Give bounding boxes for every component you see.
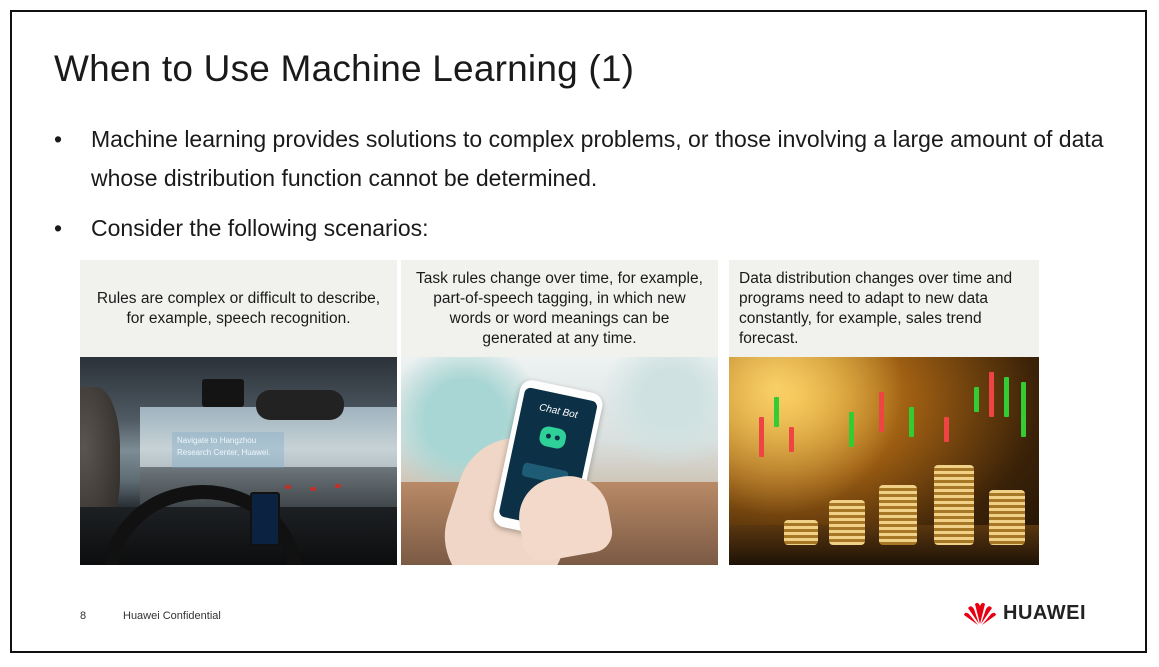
phone-icon <box>250 492 280 546</box>
scenario-card-speech-recognition: Rules are complex or difficult to descri… <box>80 260 397 565</box>
car-speech-navigation-photo: Navigate to Hangzhou Research Center, Hu… <box>80 357 397 565</box>
chat-bot-label: Chat Bot <box>538 402 579 422</box>
scenario-card-pos-tagging: Task rules change over time, for example… <box>401 260 718 565</box>
robot-icon <box>537 425 568 450</box>
scenario-caption: Rules are complex or difficult to descri… <box>80 260 397 357</box>
slide-title: When to Use Machine Learning (1) <box>54 48 635 89</box>
page-number: 8 <box>80 610 87 622</box>
scenario-card-sales-forecast: Data distribution changes over time and … <box>729 260 1039 565</box>
bullet-text-2: Consider the following scenarios: <box>91 215 429 241</box>
bullet-item-2: • Consider the following scenarios: <box>54 209 1111 248</box>
coins-candlestick-chart-photo <box>729 357 1039 565</box>
bullet-dot: • <box>54 215 63 241</box>
confidential-label: Huawei Confidential <box>123 610 221 622</box>
bullet-text-1: Machine learning provides solutions to c… <box>91 126 1104 191</box>
bullet-item-1: • Machine learning provides solutions to… <box>54 120 1111 198</box>
scenario-caption: Data distribution changes over time and … <box>729 260 1039 357</box>
scenario-caption: Task rules change over time, for example… <box>401 260 718 357</box>
slide: When to Use Machine Learning (1) • Machi… <box>10 10 1147 653</box>
navigation-hud-text: Navigate to Hangzhou Research Center, Hu… <box>172 432 284 468</box>
bullet-dot: • <box>54 126 63 152</box>
chat-bot-phone-photo: Chat Bot <box>401 357 718 565</box>
huawei-flower-icon <box>964 602 996 625</box>
huawei-logo-text: HUAWEI <box>1003 601 1086 624</box>
huawei-logo: HUAWEI <box>963 600 1086 626</box>
